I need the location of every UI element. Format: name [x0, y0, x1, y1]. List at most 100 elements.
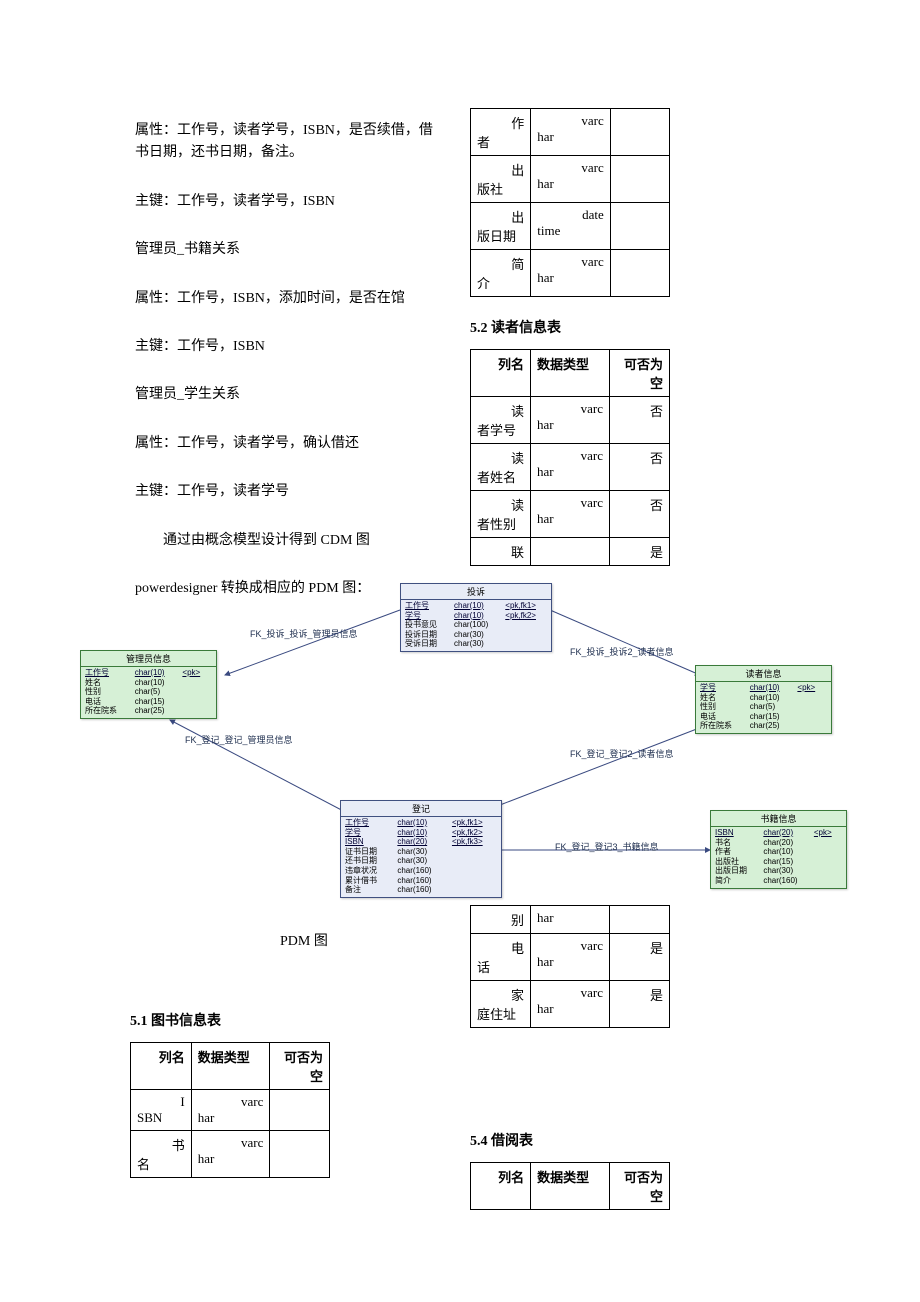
cell-null — [610, 250, 669, 297]
entity-title: 书籍信息 — [711, 811, 846, 827]
entity-type: char(25) — [135, 706, 177, 716]
entity-type: char(160) — [397, 866, 446, 876]
entity-type: char(25) — [750, 721, 792, 731]
fk-label: FK_投诉_投诉2_读者信息 — [570, 645, 674, 658]
entity-type: char(160) — [397, 876, 446, 886]
entity-key: <pk,fk2> — [452, 828, 497, 838]
cell-type: varchar — [531, 109, 610, 156]
entity-field: 还书日期 — [345, 856, 391, 866]
fk-label: FK_投诉_投诉_管理员信息 — [250, 627, 358, 640]
table-row: 联是 — [471, 538, 670, 566]
cell-type: varchar — [530, 981, 609, 1028]
cell-type: varchar — [530, 397, 609, 444]
entity-field: ISBN — [715, 828, 757, 838]
cell-type: varchar — [531, 250, 610, 297]
paragraph: 主键：工作号，读者学号 — [135, 481, 445, 503]
entity-key: <pk> — [182, 668, 212, 678]
cell-name: 电话 — [471, 934, 531, 981]
cell-name: 读者性别 — [471, 491, 531, 538]
entity-type: char(10) — [135, 678, 177, 688]
entity-key — [452, 876, 497, 886]
cell-null — [610, 109, 669, 156]
entity-type: char(30) — [397, 856, 446, 866]
entity-field: 投诉日期 — [405, 630, 448, 640]
pdm-diagram: 投诉 工作号char(10)<pk,fk1>学号char(10)<pk,fk2>… — [80, 575, 850, 905]
entity-key — [182, 678, 212, 688]
cell-null — [270, 1131, 330, 1178]
entity-key — [814, 838, 842, 848]
entity-field: 工作号 — [85, 668, 129, 678]
cell-name: 读者学号 — [471, 397, 531, 444]
table-row: 出版日期datetime — [471, 203, 670, 250]
entity-title: 投诉 — [401, 584, 551, 600]
cell-name: 联 — [471, 538, 531, 566]
entity-type: char(10) — [750, 683, 792, 693]
cell-name: 别 — [471, 906, 531, 934]
entity-key: <pk,fk3> — [452, 837, 497, 847]
entity-type: char(10) — [454, 611, 499, 621]
entity-key — [505, 630, 547, 640]
entity-type: char(20) — [763, 828, 808, 838]
book-info-table: 列名 数据类型 可否为空 ISBNvarchar书名varchar — [130, 1042, 330, 1178]
paragraph: 通过由概念模型设计得到 CDM 图 — [135, 530, 445, 552]
entity-key: <pk,fk2> — [505, 611, 547, 621]
entity-key — [814, 847, 842, 857]
cell-name: 出版日期 — [471, 203, 531, 250]
entity-type: char(30) — [454, 630, 499, 640]
entity-book: 书籍信息 ISBNchar(20)<pk>书名char(20)作者char(10… — [710, 810, 847, 889]
entity-type: char(160) — [397, 885, 446, 895]
entity-field: 证书日期 — [345, 847, 391, 857]
entity-key — [182, 706, 212, 716]
entity-key: <pk> — [814, 828, 842, 838]
entity-register: 登记 工作号char(10)<pk,fk1>学号char(10)<pk,fk2>… — [340, 800, 502, 898]
entity-field: 工作号 — [345, 818, 391, 828]
entity-type: char(15) — [135, 697, 177, 707]
entity-type: char(10) — [135, 668, 177, 678]
cell-type: varchar — [191, 1090, 270, 1131]
th-null: 可否为空 — [609, 1163, 669, 1210]
entity-field: ISBN — [345, 837, 391, 847]
cell-name: ISBN — [131, 1090, 192, 1131]
entity-type: char(5) — [750, 702, 792, 712]
entity-title: 登记 — [341, 801, 501, 817]
entity-field: 投书意见 — [405, 620, 448, 630]
entity-key — [182, 687, 212, 697]
entity-field: 学号 — [345, 828, 391, 838]
entity-type: char(15) — [763, 857, 808, 867]
paragraph: 属性：工作号，读者学号，确认借还 — [135, 433, 445, 455]
entity-field: 累计借书 — [345, 876, 391, 886]
entity-admin: 管理员信息 工作号char(10)<pk>姓名char(10)性别char(5)… — [80, 650, 217, 719]
reader-info-table: 列名 数据类型 可否为空 读者学号varchar否读者姓名varchar否读者性… — [470, 349, 670, 566]
entity-type: char(30) — [763, 866, 808, 876]
entity-type: char(10) — [397, 818, 446, 828]
entity-field: 所在院系 — [85, 706, 129, 716]
entity-type: char(5) — [135, 687, 177, 697]
paragraph: 管理员_书籍关系 — [135, 239, 445, 261]
entity-key — [452, 856, 497, 866]
entity-title: 管理员信息 — [81, 651, 216, 667]
entity-field: 电话 — [85, 697, 129, 707]
cell-type: varchar — [530, 491, 609, 538]
fk-label: FK_登记_登记_管理员信息 — [185, 733, 293, 746]
entity-key — [797, 712, 827, 722]
entity-type: char(10) — [397, 828, 446, 838]
borrow-table: 列名 数据类型 可否为空 — [470, 1162, 670, 1210]
cell-null: 是 — [610, 538, 670, 566]
table-row: 读者性别varchar否 — [471, 491, 670, 538]
cell-type: varchar — [530, 444, 609, 491]
entity-key — [505, 620, 547, 630]
paragraph: 主键：工作号，ISBN — [135, 336, 445, 358]
entity-field: 姓名 — [85, 678, 129, 688]
section-51: 5.1 图书信息表 列名 数据类型 可否为空 ISBNvarchar书名varc… — [130, 990, 330, 1178]
entity-key — [452, 885, 497, 895]
left-text-column: 属性：工作号，读者学号，ISBN，是否续借，借书日期，还书日期，备注。 主键：工… — [135, 120, 445, 626]
cell-name: 作者 — [471, 109, 531, 156]
cell-null — [270, 1090, 330, 1131]
section-54: 5.4 借阅表 列名 数据类型 可否为空 — [470, 1110, 670, 1210]
cell-null — [610, 906, 670, 934]
cell-type: har — [530, 906, 609, 934]
entity-type: char(15) — [750, 712, 792, 722]
cell-type: varchar — [530, 934, 609, 981]
paragraph: 属性：工作号，读者学号，ISBN，是否续借，借书日期，还书日期，备注。 — [135, 120, 445, 165]
th-type: 数据类型 — [530, 350, 609, 397]
